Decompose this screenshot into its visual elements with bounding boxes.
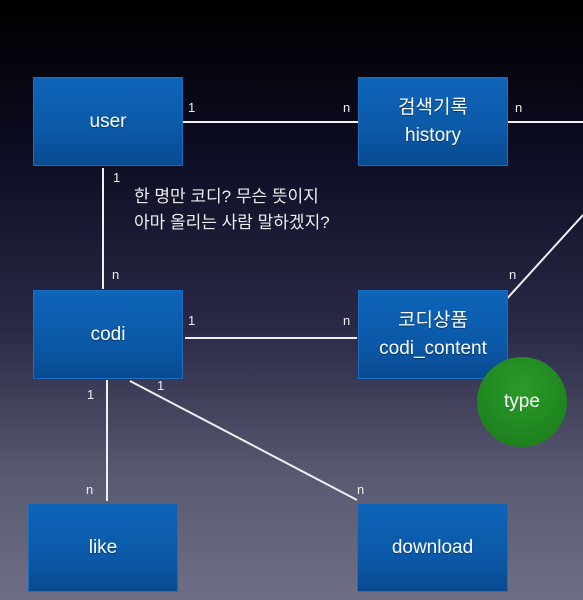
entity-label: user	[89, 110, 127, 132]
entity-codi[interactable]: codi	[33, 290, 183, 379]
entity-label: like	[88, 536, 118, 558]
entity-download[interactable]: download	[357, 503, 508, 592]
cardinality-label: n	[509, 267, 517, 282]
note-line: 한 명만 코디? 무슨 뜻이지	[134, 187, 319, 206]
entity-codi-content[interactable]: 코디상품 codi_content	[358, 290, 508, 379]
cardinality-label: n	[86, 482, 94, 497]
entity-history[interactable]: 검색기록 history	[358, 77, 508, 166]
attribute-label: type	[504, 391, 540, 412]
entity-label: codi	[90, 323, 126, 345]
entity-label: download	[391, 536, 474, 558]
cardinality-label: 1	[113, 170, 121, 185]
annotation-note: 한 명만 코디? 무슨 뜻이지 아마 올리는 사람 말하겠지?	[134, 184, 330, 236]
cardinality-label: 1	[157, 378, 165, 393]
attribute-type[interactable]: type	[477, 357, 567, 447]
entity-label: codi_content	[379, 337, 487, 359]
entity-like[interactable]: like	[28, 503, 178, 592]
cardinality-label: n	[357, 482, 365, 497]
cardinality-label: 1	[188, 313, 196, 328]
entity-label-ko: 코디상품	[398, 309, 468, 331]
cardinality-label: n	[343, 313, 351, 328]
entity-user[interactable]: user	[33, 77, 183, 166]
note-line: 아마 올리는 사람 말하겠지?	[134, 213, 330, 232]
entity-label: history	[405, 124, 461, 146]
line-content-diagonal	[502, 214, 583, 304]
cardinality-label: 1	[188, 100, 196, 115]
line-codi-download	[129, 380, 358, 501]
cardinality-label: n	[515, 100, 523, 115]
cardinality-label: n	[343, 100, 351, 115]
cardinality-label: n	[112, 267, 120, 282]
cardinality-label: 1	[87, 387, 95, 402]
entity-label-ko: 검색기록	[398, 96, 468, 118]
